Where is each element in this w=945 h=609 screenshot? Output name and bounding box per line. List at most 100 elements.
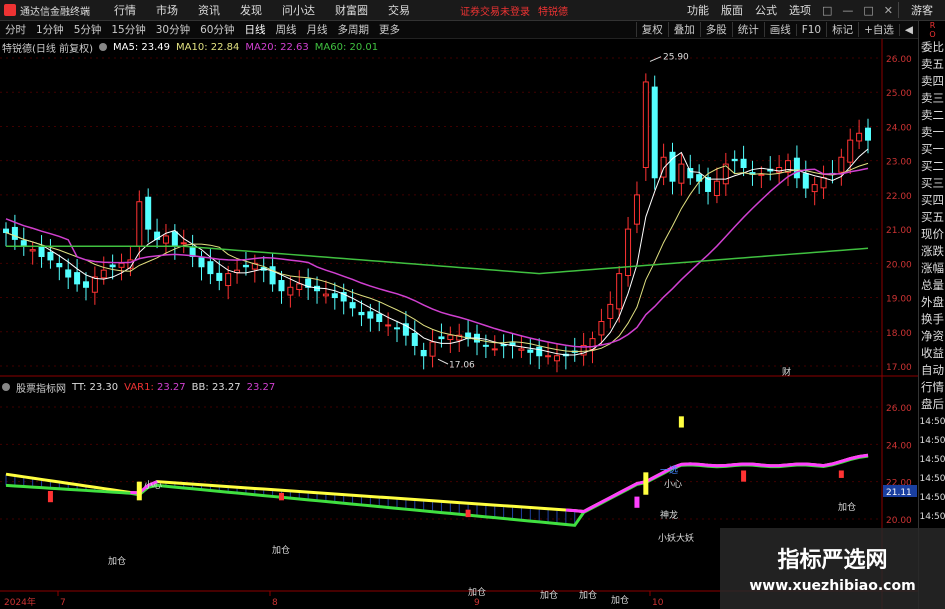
ma10-label: MA10: 22.84 [176,41,240,53]
window-maximize-icon[interactable]: □ [858,4,878,17]
var1-value: 23.27 [157,381,186,393]
panel-item-4[interactable]: 卖二 [919,107,945,124]
menu-item-6[interactable]: 交易 [378,2,420,18]
panel-item-2[interactable]: 卖四 [919,73,945,90]
candle-body-47 [420,349,427,357]
panel-item-18[interactable]: 收益 [919,345,945,362]
bb-value: 23.27 [246,381,276,393]
watermark-url: www.xuezhibiao.com [749,578,916,594]
var1-line [5,454,869,527]
panel-item-23[interactable]: 14:50 [919,432,945,451]
low-price-label: 17.06 [449,361,475,371]
signal-bar-7 [838,470,844,478]
window-close-icon[interactable]: ✕ [879,4,898,17]
menu-item-5[interactable]: 财富圈 [325,2,378,18]
panel-item-8[interactable]: 买三 [919,175,945,192]
candle-body-92 [820,177,827,189]
panel-item-6[interactable]: 买一 [919,141,945,158]
menu-item-4[interactable]: 问小达 [272,2,325,18]
panel-item-17[interactable]: 净资 [919,328,945,345]
price-tick-0: 26.00 [886,55,912,65]
guest-button[interactable]: 游客 [898,2,945,18]
login-notice[interactable]: 证券交易未登录 [460,3,530,18]
candle-body-62 [553,355,560,362]
panel-item-22[interactable]: 14:50 [919,413,945,432]
candle-body-27 [242,264,249,268]
menu-item-1[interactable]: 市场 [146,2,188,18]
menu-item-2[interactable]: 资讯 [188,2,230,18]
candle-body-91 [811,184,818,193]
panel-item-10[interactable]: 买五 [919,209,945,226]
candle-body-55 [491,348,498,351]
candle-body-96 [856,132,863,142]
menu-right-item-3[interactable]: 选项 [783,4,817,17]
panel-item-0[interactable]: 委比 [919,39,945,56]
panel-item-3[interactable]: 卖三 [919,90,945,107]
ma60-label: MA60: 20.01 [314,41,379,53]
panel-item-16[interactable]: 换手 [919,311,945,328]
candle-body-4 [38,246,45,257]
signal-bar-3 [465,509,471,518]
panel-item-9[interactable]: 买四 [919,192,945,209]
panel-item-15[interactable]: 外盘 [919,294,945,311]
candle-body-49 [438,336,445,340]
panel-item-26[interactable]: 14:50 [919,489,945,508]
time-label-4: 10 [652,598,664,608]
panel-item-27[interactable]: 14:50 [919,508,945,527]
indicator-legend: 股票指标网 TT: 23.30 VAR1: 23.27 BB: 23.27 23… [2,380,281,395]
panel-item-25[interactable]: 14:50 [919,470,945,489]
low-price-pointer [437,358,449,365]
menu-item-3[interactable]: 发现 [230,2,272,18]
candle-body-48 [429,341,436,357]
var1-label: VAR1: 23.27 [124,382,186,393]
candle-body-3 [29,249,36,252]
panel-item-19[interactable]: 自动 [919,362,945,379]
candle-body-19 [171,231,178,247]
high-price-label: 25.90 [663,53,689,63]
candle-body-41 [367,311,374,319]
price-tick-4: 22.00 [886,192,912,202]
menu-right-item-0[interactable]: 功能 [681,4,715,17]
annotation-jiacang-4: 加仓 [579,589,597,601]
panel-item-12[interactable]: 涨跌 [919,243,945,260]
menu-right-item-1[interactable]: 版面 [715,4,749,17]
quote-side-panel: R O 委比 卖五 卖四 卖三 卖二 卖一 买一 买二 买三 买四 买五 现价 涨跌 涨幅 总量 外盘 换手 净资… [918,21,945,609]
candle-body-24 [216,272,223,281]
signal-bar-5 [634,496,640,508]
ma20-label: MA20: 22.63 [245,41,309,53]
menu-right-item-2[interactable]: 公式 [749,4,783,17]
candle-body-97 [865,127,871,141]
candle-body-1 [11,226,18,240]
bb-line-1 [565,453,869,514]
panel-item-5[interactable]: 卖一 [919,124,945,141]
indicator-settings-icon[interactable] [2,383,10,391]
annotation-jiacang-6: 加仓 [838,501,856,513]
panel-item-11[interactable]: 现价 [919,226,945,243]
indicator-title[interactable]: 股票指标网 [16,380,66,395]
app-title: 通达信金融终端 [20,6,90,18]
candle-body-2 [20,240,27,247]
settings-circle-icon[interactable] [98,43,107,51]
signal-bar-8 [678,416,684,428]
candle-body-76 [678,163,685,184]
window-restore-icon[interactable]: □ [817,4,837,17]
price-tick-3: 23.00 [886,158,912,168]
signal-bar-6 [741,470,747,482]
panel-item-14[interactable]: 总量 [919,277,945,294]
candle-body-68 [607,303,614,319]
panel-item-20[interactable]: 行情 [919,379,945,396]
window-minimize-icon[interactable]: — [837,4,858,17]
panel-item-21[interactable]: 盘后 [919,396,945,413]
panel-item-24[interactable]: 14:50 [919,451,945,470]
panel-item-1[interactable]: 卖五 [919,56,945,73]
panel-item-13[interactable]: 涨幅 [919,260,945,277]
panel-tag-r: R [929,21,936,30]
panel-tag-o: O [929,30,936,39]
price-tick-5: 21.00 [886,226,912,236]
kline-chart[interactable]: 26.00 25.00 24.00 23.00 22.00 21.00 20.00 19.00… [0,21,918,609]
annotation-xiaoxin-1: 小心 [144,480,162,491]
candle-body-7 [65,269,72,278]
panel-item-7[interactable]: 买二 [919,158,945,175]
candle-body-18 [162,235,169,244]
menu-item-0[interactable]: 行情 [104,2,146,18]
